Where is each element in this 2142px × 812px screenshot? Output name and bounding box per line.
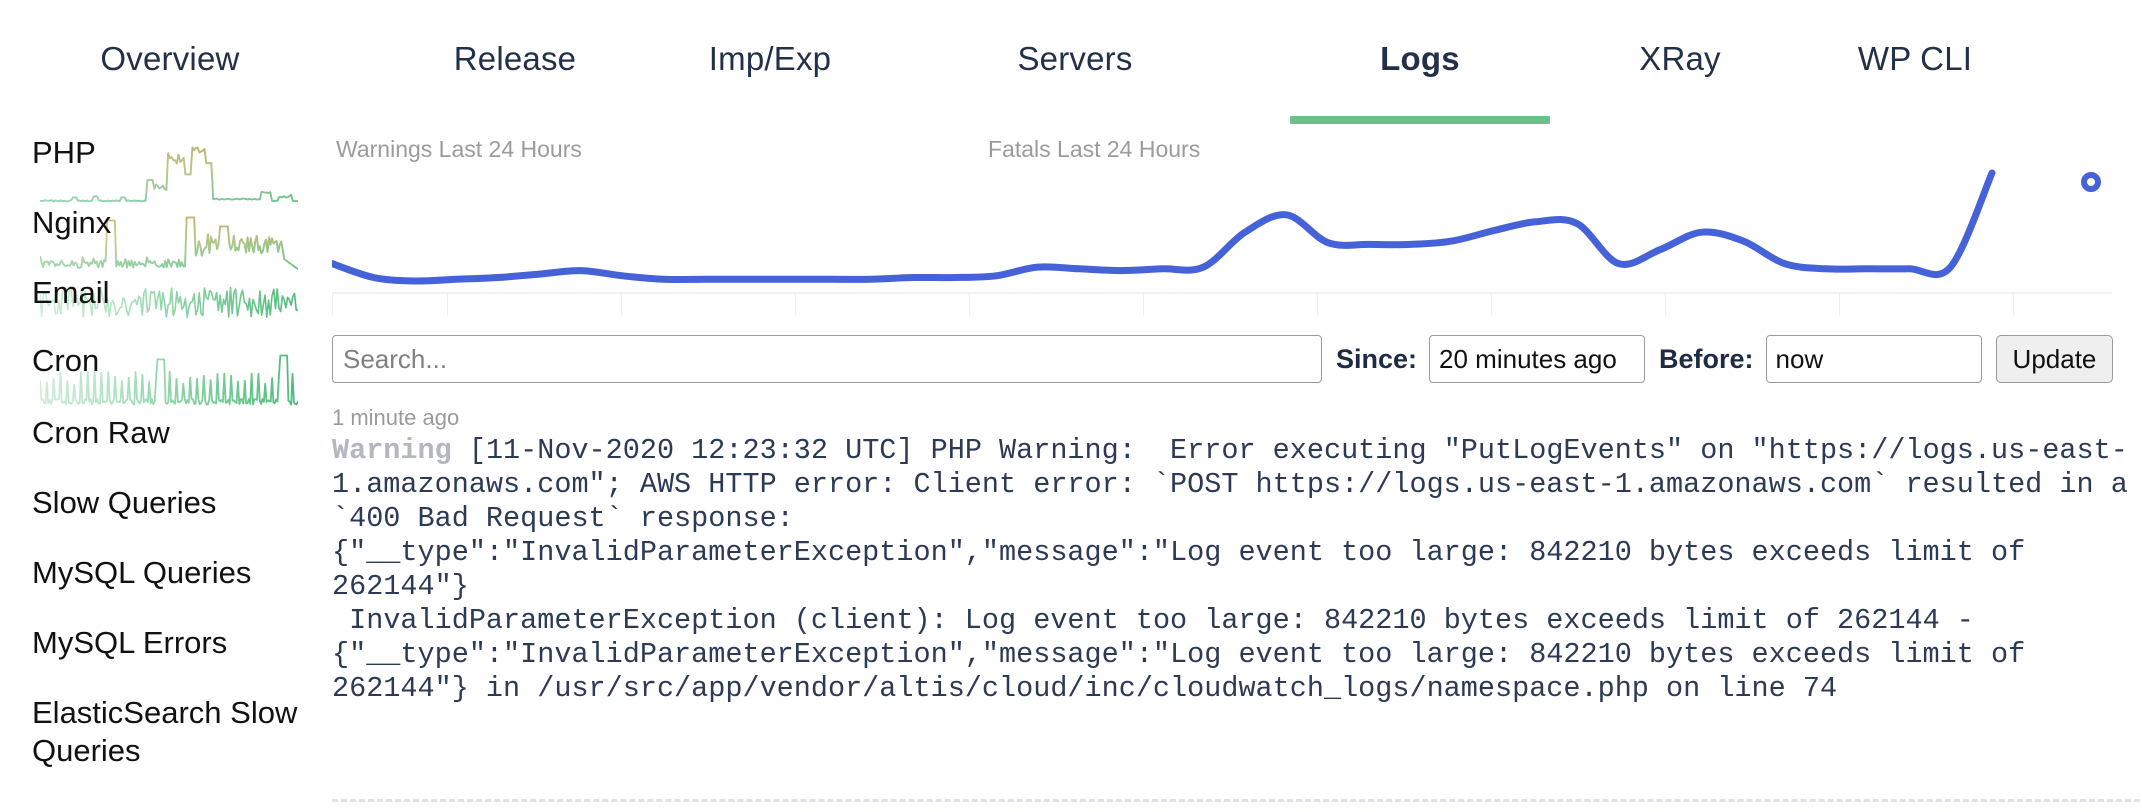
fatals-chart-title: Fatals Last 24 Hours [988, 136, 1200, 163]
tab-label: Servers [970, 40, 1180, 78]
logs-activity-chart: Warnings Last 24 Hours Fatals Last 24 Ho… [332, 136, 2112, 316]
chart-gridline [1143, 292, 1144, 316]
chart-gridline [1839, 292, 1840, 316]
tab-overview[interactable]: Overview [55, 40, 285, 124]
sidebar-item-label: Nginx [32, 204, 111, 242]
main-tab-bar: Overview Release Imp/Exp Servers Logs XRay WP … [0, 0, 2142, 124]
sidebar-item-label: Cron [32, 342, 99, 380]
sidebar-item-label: PHP [32, 134, 96, 172]
tab-wp-cli[interactable]: WP CLI [1800, 40, 2030, 124]
tab-xray[interactable]: XRay [1580, 40, 1780, 124]
tab-label: Overview [55, 40, 285, 78]
chart-gridline [1317, 292, 1318, 316]
log-message: Warning [11-Nov-2020 12:23:32 UTC] PHP W… [332, 434, 2140, 706]
chart-gridline [2013, 292, 2014, 316]
fatals-zero-point-marker [2081, 172, 2101, 192]
chart-x-axis [332, 292, 2112, 316]
tab-label: Logs [1290, 40, 1550, 78]
tab-servers[interactable]: Servers [970, 40, 1180, 124]
warnings-chart-title: Warnings Last 24 Hours [336, 136, 582, 163]
tab-active-underline [1580, 116, 1780, 124]
sidebar-item-label: Cron Raw [32, 414, 170, 452]
update-button[interactable]: Update [1996, 335, 2114, 383]
warnings-line-series [332, 173, 1992, 281]
search-input[interactable] [332, 335, 1322, 383]
tab-imp-exp[interactable]: Imp/Exp [655, 40, 885, 124]
tab-active-underline [1290, 116, 1550, 124]
chart-axis-line [332, 292, 2112, 294]
chart-gridline [795, 292, 796, 316]
sidebar-item-label: MySQL Queries [32, 554, 251, 592]
sidebar-item-nginx[interactable]: Nginx [0, 204, 300, 274]
chart-gridline [1491, 292, 1492, 316]
before-input[interactable] [1766, 335, 1982, 383]
log-message-text: [11-Nov-2020 12:23:32 UTC] PHP Warning: … [332, 434, 2142, 705]
sidebar-item-php[interactable]: PHP [0, 134, 300, 204]
tab-active-underline [655, 116, 885, 124]
log-source-sidebar: PHP Nginx Email Cron Cron Raw Slow Queries MyS… [0, 124, 300, 812]
tab-active-underline [970, 116, 1180, 124]
tab-label: Imp/Exp [655, 40, 885, 78]
tab-release[interactable]: Release [400, 40, 630, 124]
since-input[interactable] [1429, 335, 1645, 383]
chart-gridline [969, 292, 970, 316]
sidebar-item-label: MySQL Errors [32, 624, 227, 662]
log-entry[interactable]: 1 minute ago Warning [11-Nov-2020 12:23:… [332, 404, 2140, 706]
chart-gridline [621, 292, 622, 316]
sidebar-item-slow-queries[interactable]: Slow Queries [0, 484, 300, 548]
tab-logs[interactable]: Logs [1290, 40, 1550, 124]
chart-gridline [332, 292, 333, 316]
tab-label: Release [400, 40, 630, 78]
sidebar-item-cron-raw[interactable]: Cron Raw [0, 414, 300, 478]
tab-label: XRay [1580, 40, 1780, 78]
sidebar-item-email[interactable]: Email [0, 274, 300, 344]
tab-active-underline [1800, 116, 2030, 124]
chart-plot-area [332, 162, 2112, 292]
tab-label: WP CLI [1800, 40, 2030, 78]
sidebar-item-mysql-errors[interactable]: MySQL Errors [0, 624, 300, 688]
chart-gridline [1665, 292, 1666, 316]
chart-gridline [447, 292, 448, 316]
log-level-badge: Warning [332, 434, 452, 467]
sidebar-item-label: Slow Queries [32, 484, 216, 522]
log-timestamp: 1 minute ago [332, 404, 2140, 432]
sidebar-item-elasticsearch-slow-queries[interactable]: ElasticSearch Slow Queries [0, 694, 300, 774]
tab-active-underline [55, 116, 285, 124]
main-panel: Warnings Last 24 Hours Fatals Last 24 Ho… [300, 124, 2142, 812]
sidebar-item-label: Email [32, 274, 110, 312]
log-filter-bar: Since: Before: Update [332, 334, 2140, 384]
tab-active-underline [400, 116, 630, 124]
sidebar-item-label: ElasticSearch Slow Queries [32, 694, 297, 770]
since-label: Since: [1322, 344, 1429, 375]
sidebar-item-mysql-queries[interactable]: MySQL Queries [0, 554, 300, 618]
app-root: Overview Release Imp/Exp Servers Logs XRay WP … [0, 0, 2142, 812]
sidebar-item-cron[interactable]: Cron [0, 342, 300, 412]
log-entry-divider [332, 799, 2140, 802]
before-label: Before: [1645, 344, 1766, 375]
